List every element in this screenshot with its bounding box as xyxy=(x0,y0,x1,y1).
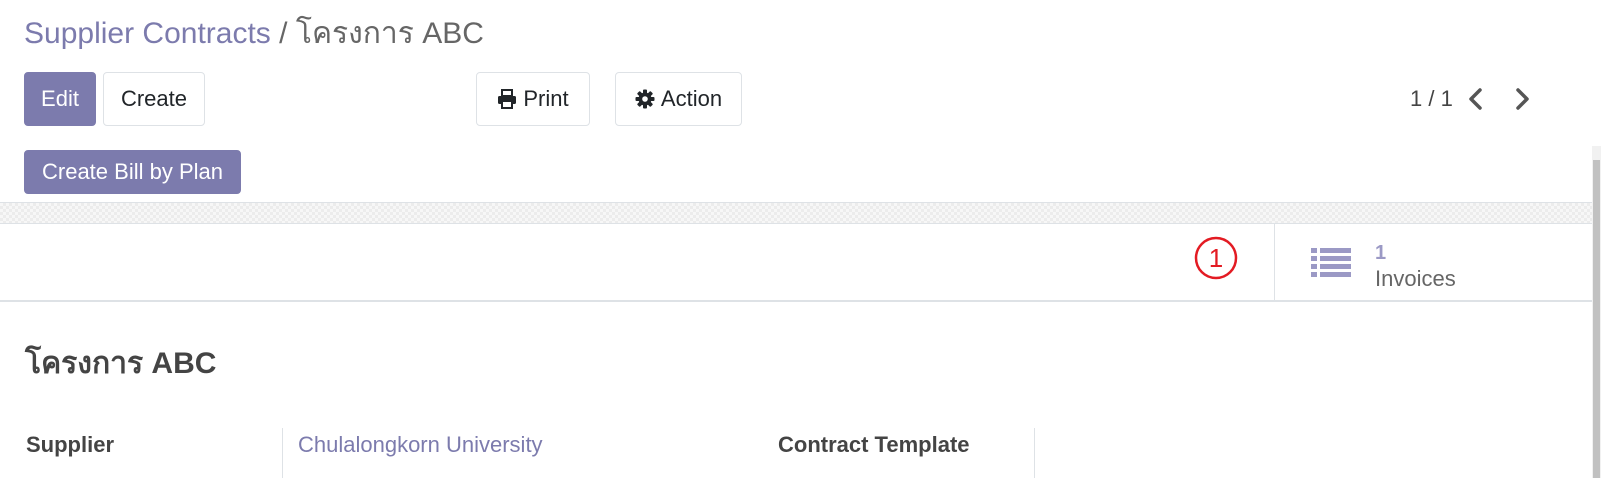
breadcrumb-parent-link[interactable]: Supplier Contracts xyxy=(24,17,271,50)
action-button-label: Action xyxy=(660,86,723,111)
chevron-left-icon[interactable] xyxy=(1462,84,1490,114)
pager-value[interactable]: 1 / 1 xyxy=(1410,86,1453,112)
list-icon xyxy=(1311,248,1351,277)
printer-icon xyxy=(498,89,517,109)
control-panel: Supplier Contracts / โครงการ ABC Edit Cr… xyxy=(0,0,1601,147)
record-title: โครงการ ABC xyxy=(25,347,217,380)
create-button[interactable]: Create xyxy=(103,72,205,126)
field-divider xyxy=(1034,428,1035,478)
edit-button[interactable]: Edit xyxy=(24,72,96,126)
invoices-count: 1 xyxy=(1375,242,1387,264)
contract-template-label: Contract Template xyxy=(778,432,970,457)
annotation-marker: 1 xyxy=(1194,236,1238,280)
supplier-value-link[interactable]: Chulalongkorn University xyxy=(298,432,543,458)
breadcrumb-current: โครงการ ABC xyxy=(295,17,484,50)
form-statusbar: Create Bill by Plan xyxy=(0,146,1601,203)
chevron-right-icon[interactable] xyxy=(1508,84,1536,114)
annotation-marker-label: 1 xyxy=(1209,243,1223,273)
sheet-background xyxy=(0,203,1592,224)
breadcrumb: Supplier Contracts / โครงการ ABC xyxy=(24,16,484,52)
print-button-label: Print xyxy=(523,86,569,111)
breadcrumb-separator: / xyxy=(279,17,288,50)
scrollbar-thumb[interactable] xyxy=(1593,160,1600,478)
invoices-label: Invoices xyxy=(1375,266,1456,291)
print-button[interactable]: Print xyxy=(476,72,590,126)
supplier-label: Supplier xyxy=(26,432,115,457)
action-button[interactable]: Action xyxy=(615,72,742,126)
gear-icon xyxy=(635,89,655,109)
invoices-smart-button[interactable]: 1 Invoices xyxy=(1274,224,1592,300)
field-divider xyxy=(282,428,283,478)
create-bill-by-plan-button[interactable]: Create Bill by Plan xyxy=(24,150,241,194)
